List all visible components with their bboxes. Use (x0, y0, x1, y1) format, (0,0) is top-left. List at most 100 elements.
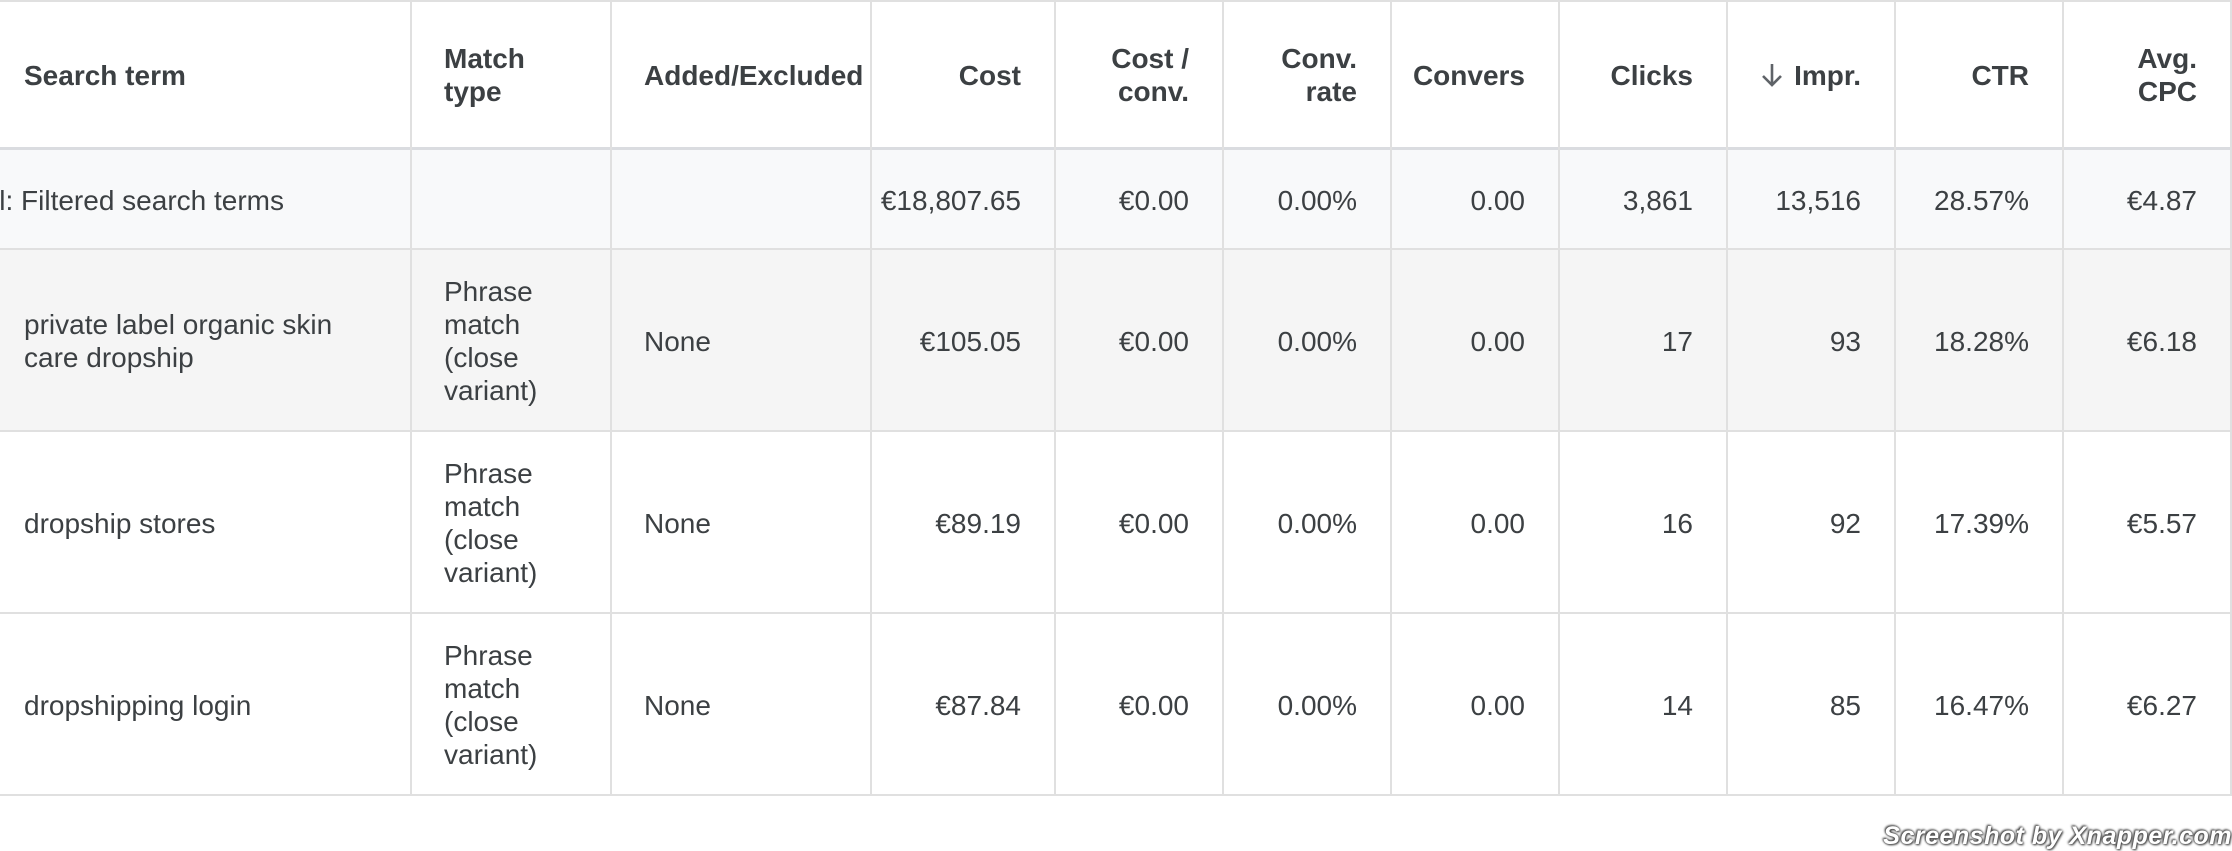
total-value: 0.00% (1277, 184, 1357, 216)
cell-cost: €87.84 (872, 614, 1056, 796)
cell-value: €105.05 (919, 325, 1021, 357)
cell-value: €89.19 (935, 507, 1021, 539)
cell-value: None (644, 507, 711, 539)
cell-added-excluded: None (612, 614, 872, 796)
cell-value: None (644, 689, 711, 721)
cell-conversions: 0.00 (1392, 614, 1560, 796)
cell-value: 14 (1661, 689, 1693, 721)
column-header-search-term[interactable]: Search term (0, 0, 412, 150)
column-label: Match type (444, 43, 525, 107)
total-cell-conversions: 0.00 (1392, 150, 1560, 250)
column-label: Avg. CPC (2137, 43, 2197, 107)
cell-ctr: 16.47% (1896, 614, 2064, 796)
total-value: Total: Filtered search terms (0, 184, 284, 216)
cell-value: 16.47% (1934, 689, 2029, 721)
total-cell-conv-rate: 0.00% (1224, 150, 1392, 250)
cell-impressions: 93 (1728, 250, 1896, 432)
column-label: Impr. (1794, 59, 1861, 91)
total-cell-cost: €18,807.65 (872, 150, 1056, 250)
cell-value: 0.00 (1470, 325, 1526, 357)
cell-conv-rate: 0.00% (1224, 250, 1392, 432)
cell-conv-rate: 0.00% (1224, 432, 1392, 614)
column-header-impressions[interactable]: Impr. (1728, 0, 1896, 150)
cell-value: 85 (1829, 689, 1861, 721)
cell-cost-per-conv: €0.00 (1056, 250, 1224, 432)
column-label: CTR (1971, 59, 2029, 91)
cell-ctr: 17.39% (1896, 432, 2064, 614)
total-cell-clicks: 3,861 (1560, 150, 1728, 250)
cell-value: €0.00 (1118, 689, 1189, 721)
cell-value: €87.84 (935, 689, 1021, 721)
cell-avg-cpc: €6.27 (2064, 614, 2232, 796)
column-header-cost-per-conv[interactable]: Cost / conv. (1056, 0, 1224, 150)
column-label: Added/Excluded (644, 59, 864, 91)
cell-cost-per-conv: €0.00 (1056, 614, 1224, 796)
cell-value: Phrase match (close variant) (444, 458, 538, 588)
total-value: €4.87 (2126, 184, 2197, 216)
cell-match-type: Phrase match (close variant) (412, 250, 612, 432)
cell-value: €6.18 (2126, 325, 2197, 357)
cell-avg-cpc: €6.18 (2064, 250, 2232, 432)
column-label: Clicks (1610, 59, 1694, 91)
cell-search-term[interactable]: dropship stores (0, 432, 412, 614)
column-label: Cost (958, 59, 1021, 91)
total-cell-match-type (412, 150, 612, 250)
total-value: 28.57% (1934, 184, 2029, 216)
cell-cost: €105.05 (872, 250, 1056, 432)
cell-conversions: 0.00 (1392, 250, 1560, 432)
cell-value: 92 (1829, 507, 1861, 539)
total-cell-cost-per-conv: €0.00 (1056, 150, 1224, 250)
cell-search-term[interactable]: private label organic skin care dropship (0, 250, 412, 432)
cell-clicks: 16 (1560, 432, 1728, 614)
cell-impressions: 92 (1728, 432, 1896, 614)
search-terms-table: Search term Match type Added/Excluded Cost C… (0, 0, 2232, 798)
cell-value: 17 (1661, 325, 1693, 357)
search-term-text: dropshipping login (24, 689, 252, 721)
arrow-down-icon (1762, 64, 1782, 87)
total-value: €0.00 (1118, 184, 1189, 216)
total-value: 3,861 (1622, 184, 1693, 216)
column-label: Cost / conv. (1111, 43, 1189, 107)
cell-cost-per-conv: €0.00 (1056, 432, 1224, 614)
cell-value: 93 (1829, 325, 1861, 357)
cell-value: Phrase match (close variant) (444, 276, 538, 406)
search-term-text: private label organic skin care dropship (24, 309, 333, 373)
cell-search-term[interactable]: dropshipping login (0, 614, 412, 796)
cell-value: €0.00 (1118, 507, 1189, 539)
cell-value: 0.00% (1277, 689, 1357, 721)
cell-value: Phrase match (close variant) (444, 640, 538, 770)
total-cell-added-excluded (612, 150, 872, 250)
cell-conversions: 0.00 (1392, 432, 1560, 614)
column-header-conv-rate[interactable]: Conv. rate (1224, 0, 1392, 150)
cell-clicks: 17 (1560, 250, 1728, 432)
column-header-added-excluded[interactable]: Added/Excluded (612, 0, 872, 150)
cell-added-excluded: None (612, 250, 872, 432)
cell-value: 0.00 (1470, 507, 1526, 539)
cell-impressions: 85 (1728, 614, 1896, 796)
total-value: €18,807.65 (880, 184, 1021, 216)
total-cell-impressions: 13,516 (1728, 150, 1896, 250)
cell-value: 0.00% (1277, 325, 1357, 357)
cell-value: 0.00% (1277, 507, 1357, 539)
column-header-conversions[interactable]: Convers (1392, 0, 1560, 150)
cell-avg-cpc: €5.57 (2064, 432, 2232, 614)
column-header-clicks[interactable]: Clicks (1560, 0, 1728, 150)
cell-cost: €89.19 (872, 432, 1056, 614)
cell-value: 16 (1661, 507, 1693, 539)
cell-value: None (644, 325, 711, 357)
total-value: 13,516 (1775, 184, 1861, 216)
column-header-ctr[interactable]: CTR (1896, 0, 2064, 150)
column-header-avg-cpc[interactable]: Avg. CPC (2064, 0, 2232, 150)
cell-value: 17.39% (1934, 507, 2029, 539)
watermark: Screenshot by Xnapper.com (1883, 822, 2232, 850)
total-cell-ctr: 28.57% (1896, 150, 2064, 250)
column-header-cost[interactable]: Cost (872, 0, 1056, 150)
cell-added-excluded: None (612, 432, 872, 614)
cell-match-type: Phrase match (close variant) (412, 432, 612, 614)
cell-value: €5.57 (2126, 507, 2197, 539)
cell-match-type: Phrase match (close variant) (412, 614, 612, 796)
column-label: Convers (1412, 59, 1525, 91)
cell-ctr: 18.28% (1896, 250, 2064, 432)
column-header-match-type[interactable]: Match type (412, 0, 612, 150)
cell-value: 0.00 (1470, 689, 1526, 721)
